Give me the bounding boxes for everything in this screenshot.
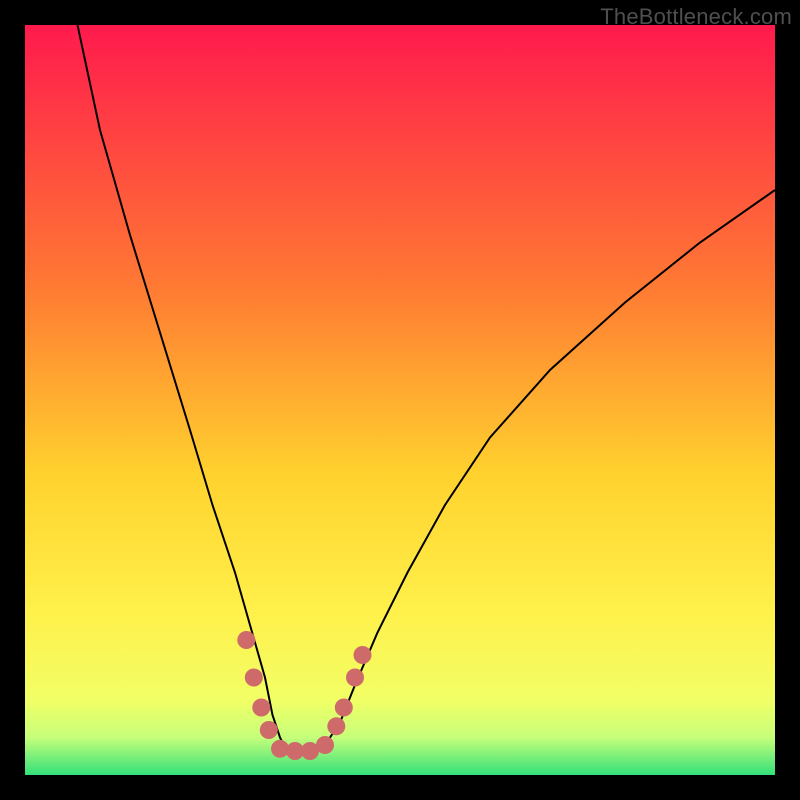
chart-frame: TheBottleneck.com (0, 0, 800, 800)
marker-dot (346, 669, 364, 687)
marker-dot (354, 646, 372, 664)
plot-area (25, 25, 775, 775)
marker-dot (252, 699, 270, 717)
marker-dot (335, 699, 353, 717)
marker-dot (260, 721, 278, 739)
plot-svg (25, 25, 775, 775)
marker-dot (327, 717, 345, 735)
marker-dot (245, 669, 263, 687)
marker-dot (237, 631, 255, 649)
gradient-background (25, 25, 775, 775)
marker-dot (316, 736, 334, 754)
